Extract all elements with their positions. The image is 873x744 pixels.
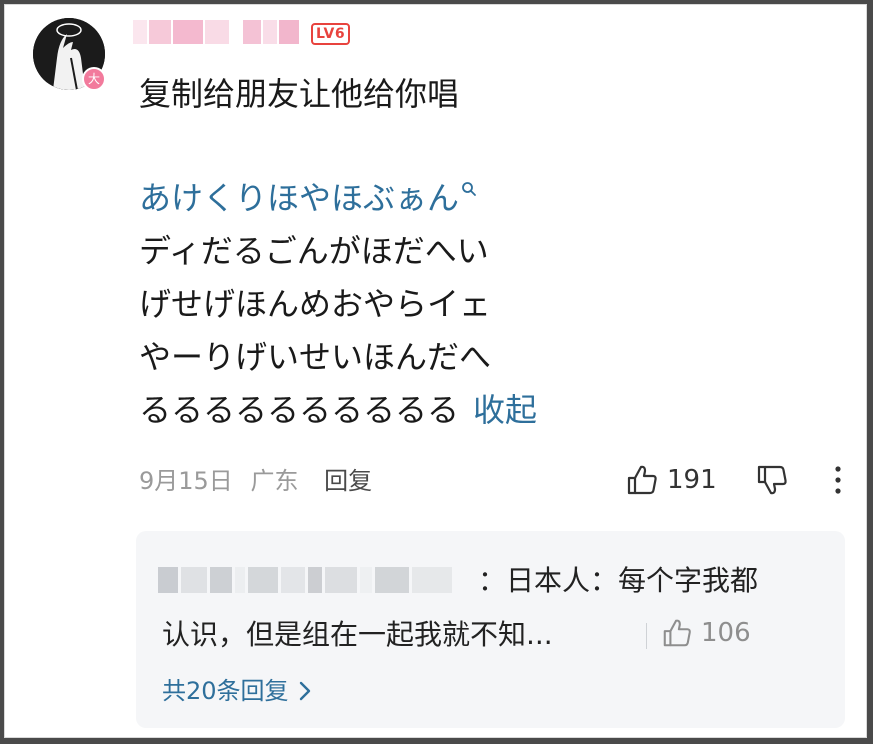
level-badge: LV6 [311, 23, 351, 45]
comment-card: 大 LV6 复制给朋友让他给你唱 あけくりほやほぶぁん ディだるごんがほだへい … [4, 4, 867, 738]
comment-line: ディだるごんがほだへい [139, 232, 489, 270]
search-icon[interactable] [461, 181, 477, 197]
thumbs-up-icon [627, 465, 657, 495]
comment-last-line: るるるるるるるるるる 收起 [139, 390, 537, 430]
dislike-button[interactable] [755, 463, 789, 501]
comment-song-line: あけくりほやほぶぁん [139, 178, 477, 218]
thumbs-down-icon [757, 465, 787, 495]
like-button[interactable]: 191 [625, 463, 717, 497]
reply-text: 认识，但是组在一起我就不知... [162, 618, 553, 651]
collapse-button[interactable]: 收起 [473, 391, 537, 429]
comment-date: 9月15日 [139, 467, 233, 495]
view-all-replies-label: 共20条回复 [162, 677, 289, 705]
song-search-link[interactable]: あけくりほやほぶぁん [139, 179, 459, 217]
more-vertical-icon [835, 466, 841, 494]
comment-intro: 复制给朋友让他给你唱 [139, 75, 460, 113]
thumbs-up-icon [663, 619, 691, 647]
comment-line-text: るるるるるるるるるる [139, 391, 460, 429]
divider [646, 623, 647, 649]
view-all-replies-button[interactable]: 共20条回复 [162, 671, 311, 711]
reply-username-redacted[interactable] [158, 567, 452, 593]
reply-like-button[interactable]: 106 [661, 617, 751, 649]
reply-button[interactable]: 回复 [324, 467, 372, 495]
reply-like-count: 106 [701, 618, 751, 648]
like-count: 191 [667, 465, 717, 495]
comment-line: げせげほんめおやらイェ [139, 285, 492, 323]
avatar-badge: 大 [82, 67, 106, 91]
more-button[interactable] [832, 465, 844, 499]
replies-panel: ：日本人：每个字我都 认识，但是组在一起我就不知... 106 共20条回复 [136, 531, 845, 728]
comment-location: 广东 [250, 467, 299, 495]
comment-meta: 9月15日 广东 回复 [139, 461, 372, 501]
comment-line: やーりげいせいほんだへ [139, 338, 492, 376]
chevron-right-icon [299, 681, 310, 701]
username-redacted[interactable] [133, 18, 303, 46]
reply-text: ：日本人：每个字我都 [478, 564, 759, 597]
